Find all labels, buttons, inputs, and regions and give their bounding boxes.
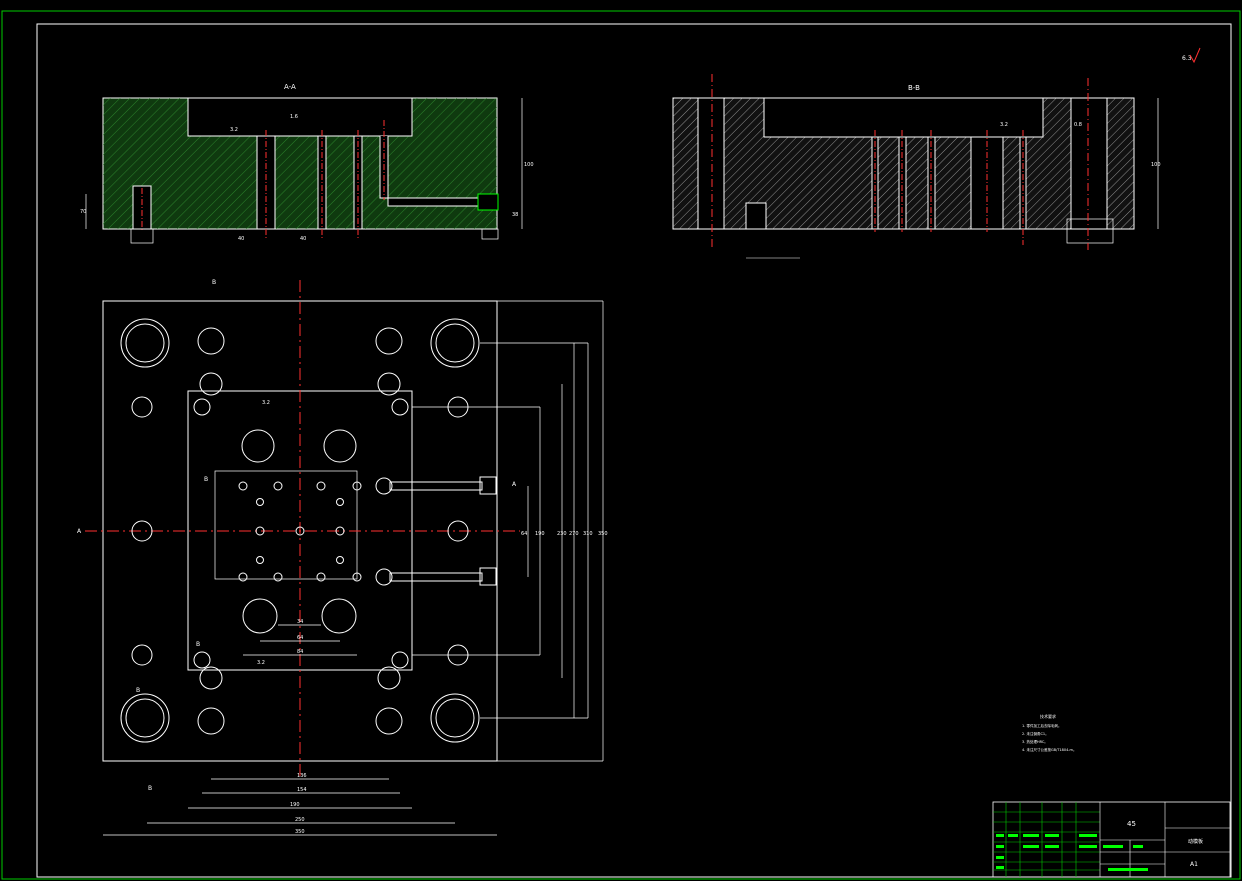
svg-text:350: 350 [295,829,305,835]
svg-text:3.2: 3.2 [257,660,265,666]
svg-text:310: 310 [583,531,593,537]
svg-text:84: 84 [297,649,303,655]
title-block-sheet-size: A1 [1190,861,1198,868]
section-bb-title: B-B [908,84,920,92]
section-marker-a-left: A [77,528,82,535]
svg-text:B: B [196,641,200,648]
svg-text:38: 38 [512,212,518,218]
svg-text:1. 零件加工后去除毛刺。: 1. 零件加工后去除毛刺。 [1022,723,1061,728]
section-aa-title: A-A [284,83,296,91]
svg-text:3. 热处理HRC。: 3. 热处理HRC。 [1022,739,1048,744]
svg-text:3.2: 3.2 [230,127,238,133]
svg-text:1.6: 1.6 [290,114,298,120]
svg-text:190: 190 [290,802,300,808]
section-marker-b-top: B [212,279,216,286]
section-aa-view: A-A 100 70 38 40 40 3.2 1.6 [80,83,534,244]
cad-drawing-canvas: A-A 100 70 38 40 40 3.2 1.6 B-B 100 3.2 … [1,10,1241,880]
svg-text:270: 270 [569,531,579,537]
tech-notes-title: 技术要求 [1040,713,1056,719]
svg-text:4. 未注尺寸公差按GB/T1804-m。: 4. 未注尺寸公差按GB/T1804-m。 [1022,747,1076,752]
section-bb-view: B-B 100 3.2 0.8 [672,74,1161,259]
title-block-drawing-name: 动模板 [1188,838,1203,845]
svg-text:250: 250 [295,817,305,823]
svg-text:100: 100 [524,162,534,168]
svg-text:B: B [136,687,140,694]
svg-text:100: 100 [1151,162,1161,168]
svg-text:190: 190 [535,531,545,537]
title-block-material: 45 [1127,820,1136,828]
svg-text:64: 64 [521,531,527,537]
title-block: 45 动模板 A1 [992,801,1231,878]
svg-text:34: 34 [297,619,303,625]
svg-text:3.2: 3.2 [1000,122,1008,128]
svg-text:350: 350 [598,531,608,537]
svg-text:0.8: 0.8 [1074,122,1082,128]
svg-text:230: 230 [557,531,567,537]
svg-text:154: 154 [297,787,307,793]
technical-requirements: 技术要求 1. 零件加工后去除毛刺。 2. 未注倒角C1。 3. 热处理HRC。… [1022,713,1076,752]
svg-text:40: 40 [238,236,244,242]
plan-view: 350 310 270 230 190 64 350 250 190 154 1… [77,279,608,836]
svg-text:70: 70 [80,209,86,215]
svg-text:40: 40 [300,236,306,242]
svg-text:2. 未注倒角C1。: 2. 未注倒角C1。 [1022,731,1049,736]
section-marker-a-right: A [512,481,517,488]
svg-text:136: 136 [297,773,307,779]
svg-text:B: B [204,476,208,483]
svg-text:3.2: 3.2 [262,400,270,406]
section-marker-b-bottom: B [148,785,152,792]
svg-text:64: 64 [297,635,303,641]
